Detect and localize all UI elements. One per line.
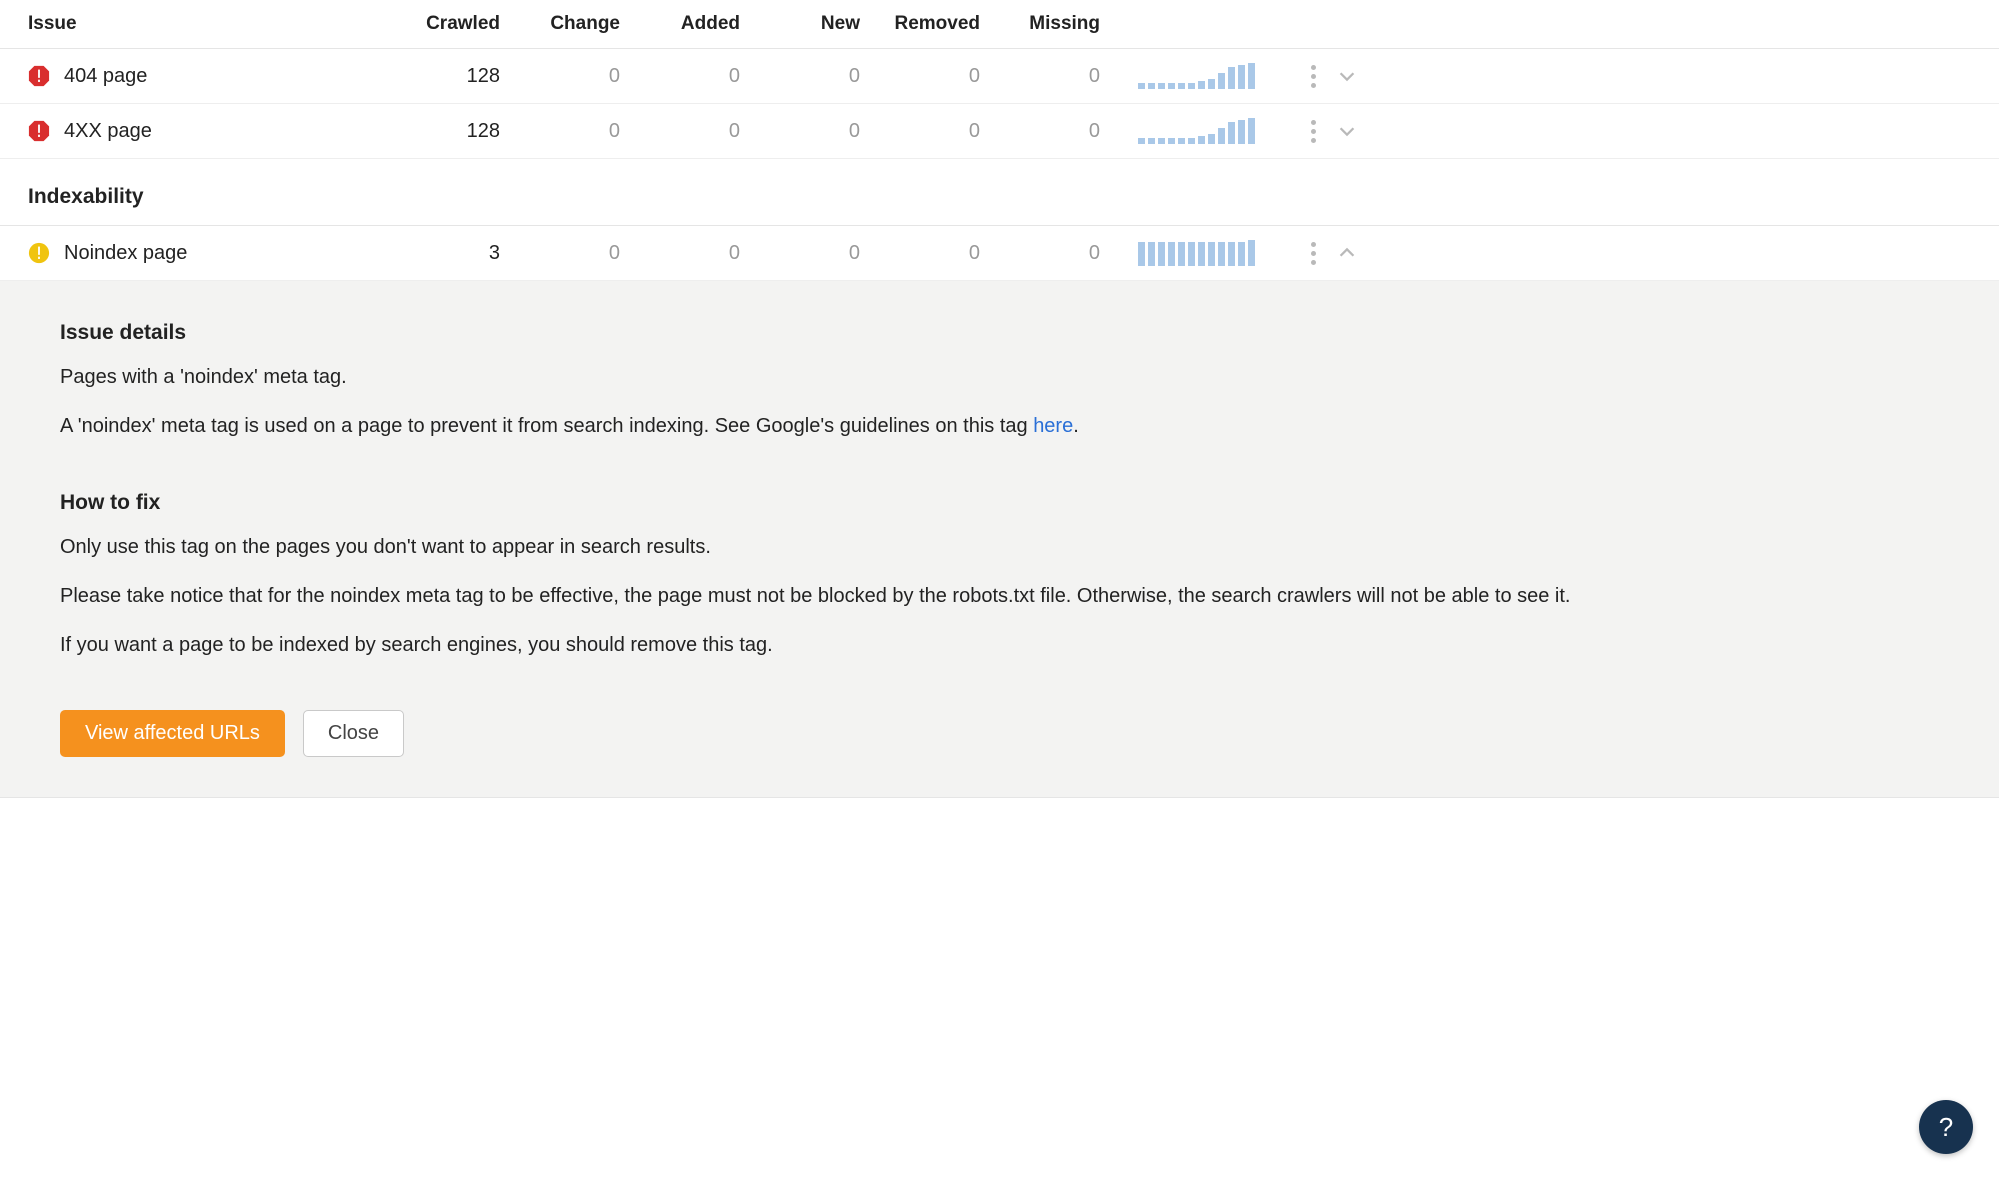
col-header-new[interactable]: New — [758, 13, 878, 35]
issue-name: Noindex page — [64, 242, 187, 265]
table-row[interactable]: 404 page 128 0 0 0 0 0 — [0, 49, 1999, 104]
cell-removed: 0 — [878, 120, 998, 143]
close-button[interactable]: Close — [303, 710, 404, 757]
issue-name: 404 page — [64, 65, 147, 88]
cell-missing: 0 — [998, 65, 1118, 88]
cell-added: 0 — [638, 242, 758, 265]
cell-crawled: 3 — [398, 242, 518, 265]
col-header-crawled[interactable]: Crawled — [398, 13, 518, 35]
cell-missing: 0 — [998, 120, 1118, 143]
sparkline — [1118, 118, 1268, 144]
more-menu-icon[interactable] — [1311, 242, 1316, 265]
col-header-added[interactable]: Added — [638, 13, 758, 35]
col-header-missing[interactable]: Missing — [998, 13, 1118, 35]
col-header-change[interactable]: Change — [518, 13, 638, 35]
details-text: Only use this tag on the pages you don't… — [60, 533, 1939, 562]
table-header: Issue Crawled Change Added New Removed M… — [0, 0, 1999, 49]
cell-removed: 0 — [878, 65, 998, 88]
cell-crawled: 128 — [398, 65, 518, 88]
cell-new: 0 — [758, 242, 878, 265]
details-heading: Issue details — [60, 321, 1939, 345]
how-to-fix-heading: How to fix — [60, 491, 1939, 515]
error-icon — [28, 120, 50, 142]
chevron-up-icon[interactable] — [1336, 242, 1358, 264]
col-header-removed[interactable]: Removed — [878, 13, 998, 35]
cell-change: 0 — [518, 65, 638, 88]
details-text: A 'noindex' meta tag is used on a page t… — [60, 412, 1939, 441]
cell-removed: 0 — [878, 242, 998, 265]
cell-new: 0 — [758, 120, 878, 143]
help-icon[interactable]: ? — [1919, 1100, 1973, 1154]
warning-icon — [28, 242, 50, 264]
issue-name: 4XX page — [64, 120, 152, 143]
issue-details-panel: Issue details Pages with a 'noindex' met… — [0, 281, 1999, 798]
sparkline — [1118, 240, 1268, 266]
cell-missing: 0 — [998, 242, 1118, 265]
details-text: Pages with a 'noindex' meta tag. — [60, 363, 1939, 392]
sparkline — [1118, 63, 1268, 89]
details-text: If you want a page to be indexed by sear… — [60, 631, 1939, 660]
col-header-issue[interactable]: Issue — [28, 13, 398, 35]
guidelines-link[interactable]: here — [1033, 415, 1073, 437]
table-row[interactable]: 4XX page 128 0 0 0 0 0 — [0, 104, 1999, 159]
cell-added: 0 — [638, 120, 758, 143]
cell-change: 0 — [518, 242, 638, 265]
table-row[interactable]: Noindex page 3 0 0 0 0 0 — [0, 226, 1999, 281]
cell-new: 0 — [758, 65, 878, 88]
view-affected-urls-button[interactable]: View affected URLs — [60, 710, 285, 757]
cell-change: 0 — [518, 120, 638, 143]
more-menu-icon[interactable] — [1311, 120, 1316, 143]
more-menu-icon[interactable] — [1311, 65, 1316, 88]
section-heading-indexability: Indexability — [0, 159, 1999, 226]
details-text: Please take notice that for the noindex … — [60, 582, 1939, 611]
chevron-down-icon[interactable] — [1336, 120, 1358, 142]
cell-crawled: 128 — [398, 120, 518, 143]
error-icon — [28, 65, 50, 87]
cell-added: 0 — [638, 65, 758, 88]
chevron-down-icon[interactable] — [1336, 65, 1358, 87]
